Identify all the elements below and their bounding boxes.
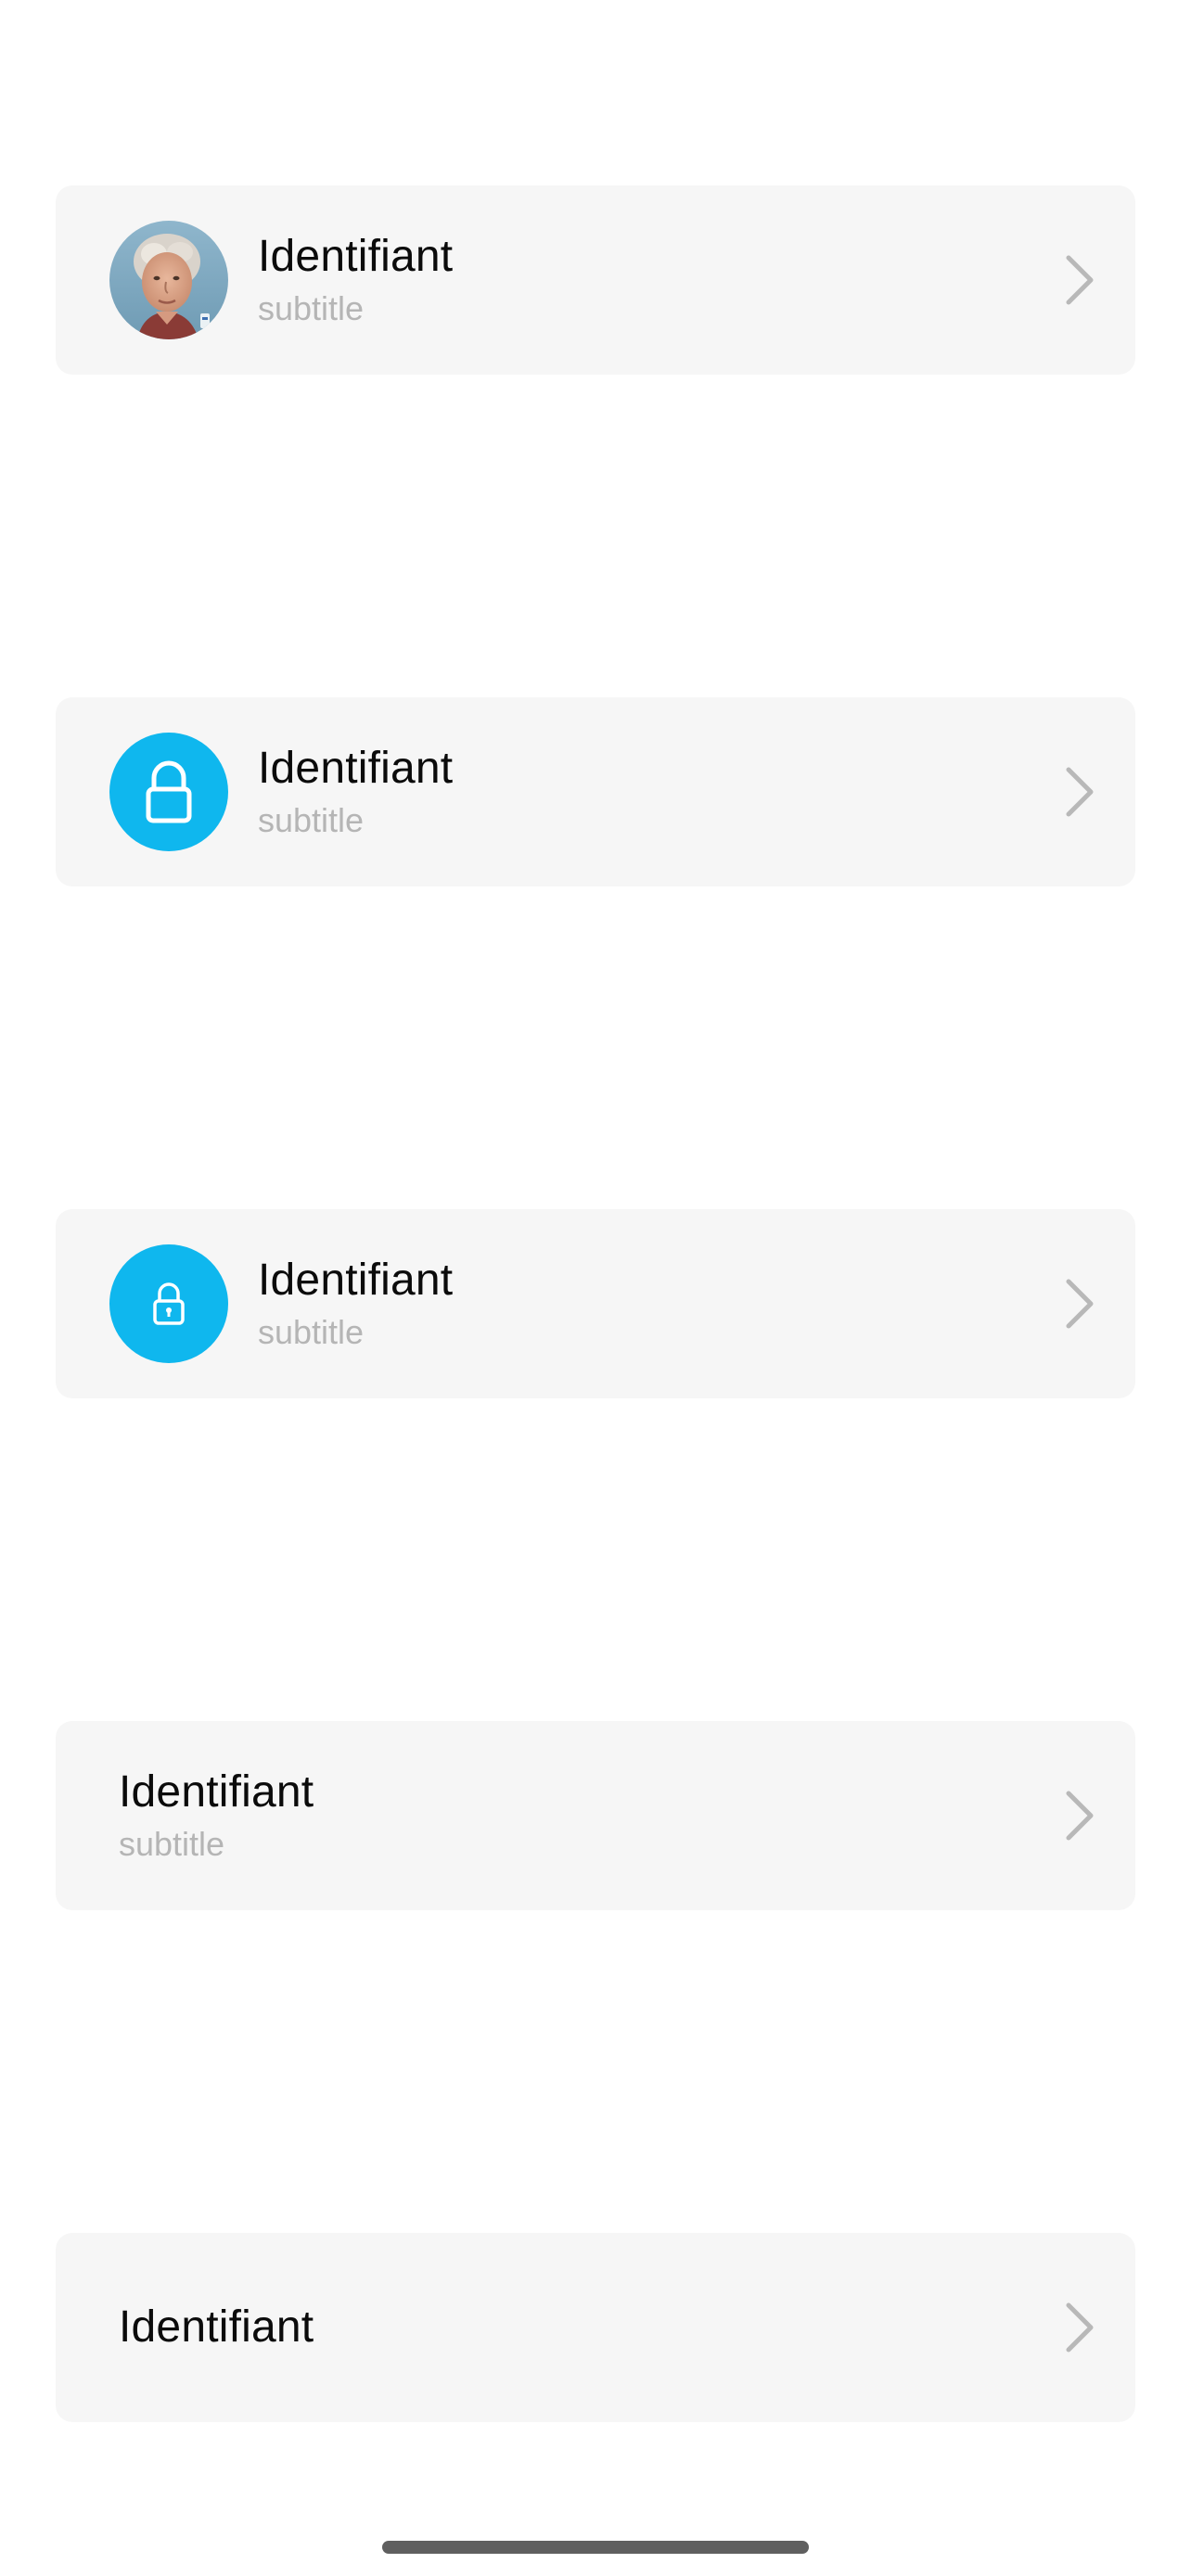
chevron-right-icon <box>1061 764 1098 820</box>
list-item-lock[interactable]: Identifiant subtitle <box>56 697 1135 886</box>
home-indicator[interactable] <box>382 2541 809 2554</box>
list-item-title-only[interactable]: Identifiant <box>56 2233 1135 2422</box>
lock-badge <box>109 1244 228 1363</box>
list-item-text[interactable]: Identifiant subtitle <box>56 1721 1135 1910</box>
chevron-right-icon <box>1061 1788 1098 1843</box>
row-title: Identifiant <box>119 2302 314 2352</box>
lock-badge <box>109 733 228 851</box>
row-title: Identifiant <box>258 744 454 793</box>
row-title: Identifiant <box>258 232 454 281</box>
lock-icon <box>146 760 192 823</box>
row-subtitle: subtitle <box>119 1825 225 1863</box>
row-title: Identifiant <box>258 1256 454 1305</box>
chevron-right-icon <box>1061 2300 1098 2355</box>
avatar <box>109 221 228 339</box>
row-subtitle: subtitle <box>258 289 365 327</box>
row-subtitle: subtitle <box>258 801 365 839</box>
list-item-lock-keyhole[interactable]: Identifiant subtitle <box>56 1209 1135 1398</box>
list-item-avatar[interactable]: Identifiant subtitle <box>56 185 1135 375</box>
row-subtitle: subtitle <box>258 1313 365 1351</box>
lock-keyhole-icon <box>153 1282 185 1325</box>
row-title: Identifiant <box>119 1767 314 1817</box>
chevron-right-icon <box>1061 1276 1098 1332</box>
chevron-right-icon <box>1061 252 1098 308</box>
